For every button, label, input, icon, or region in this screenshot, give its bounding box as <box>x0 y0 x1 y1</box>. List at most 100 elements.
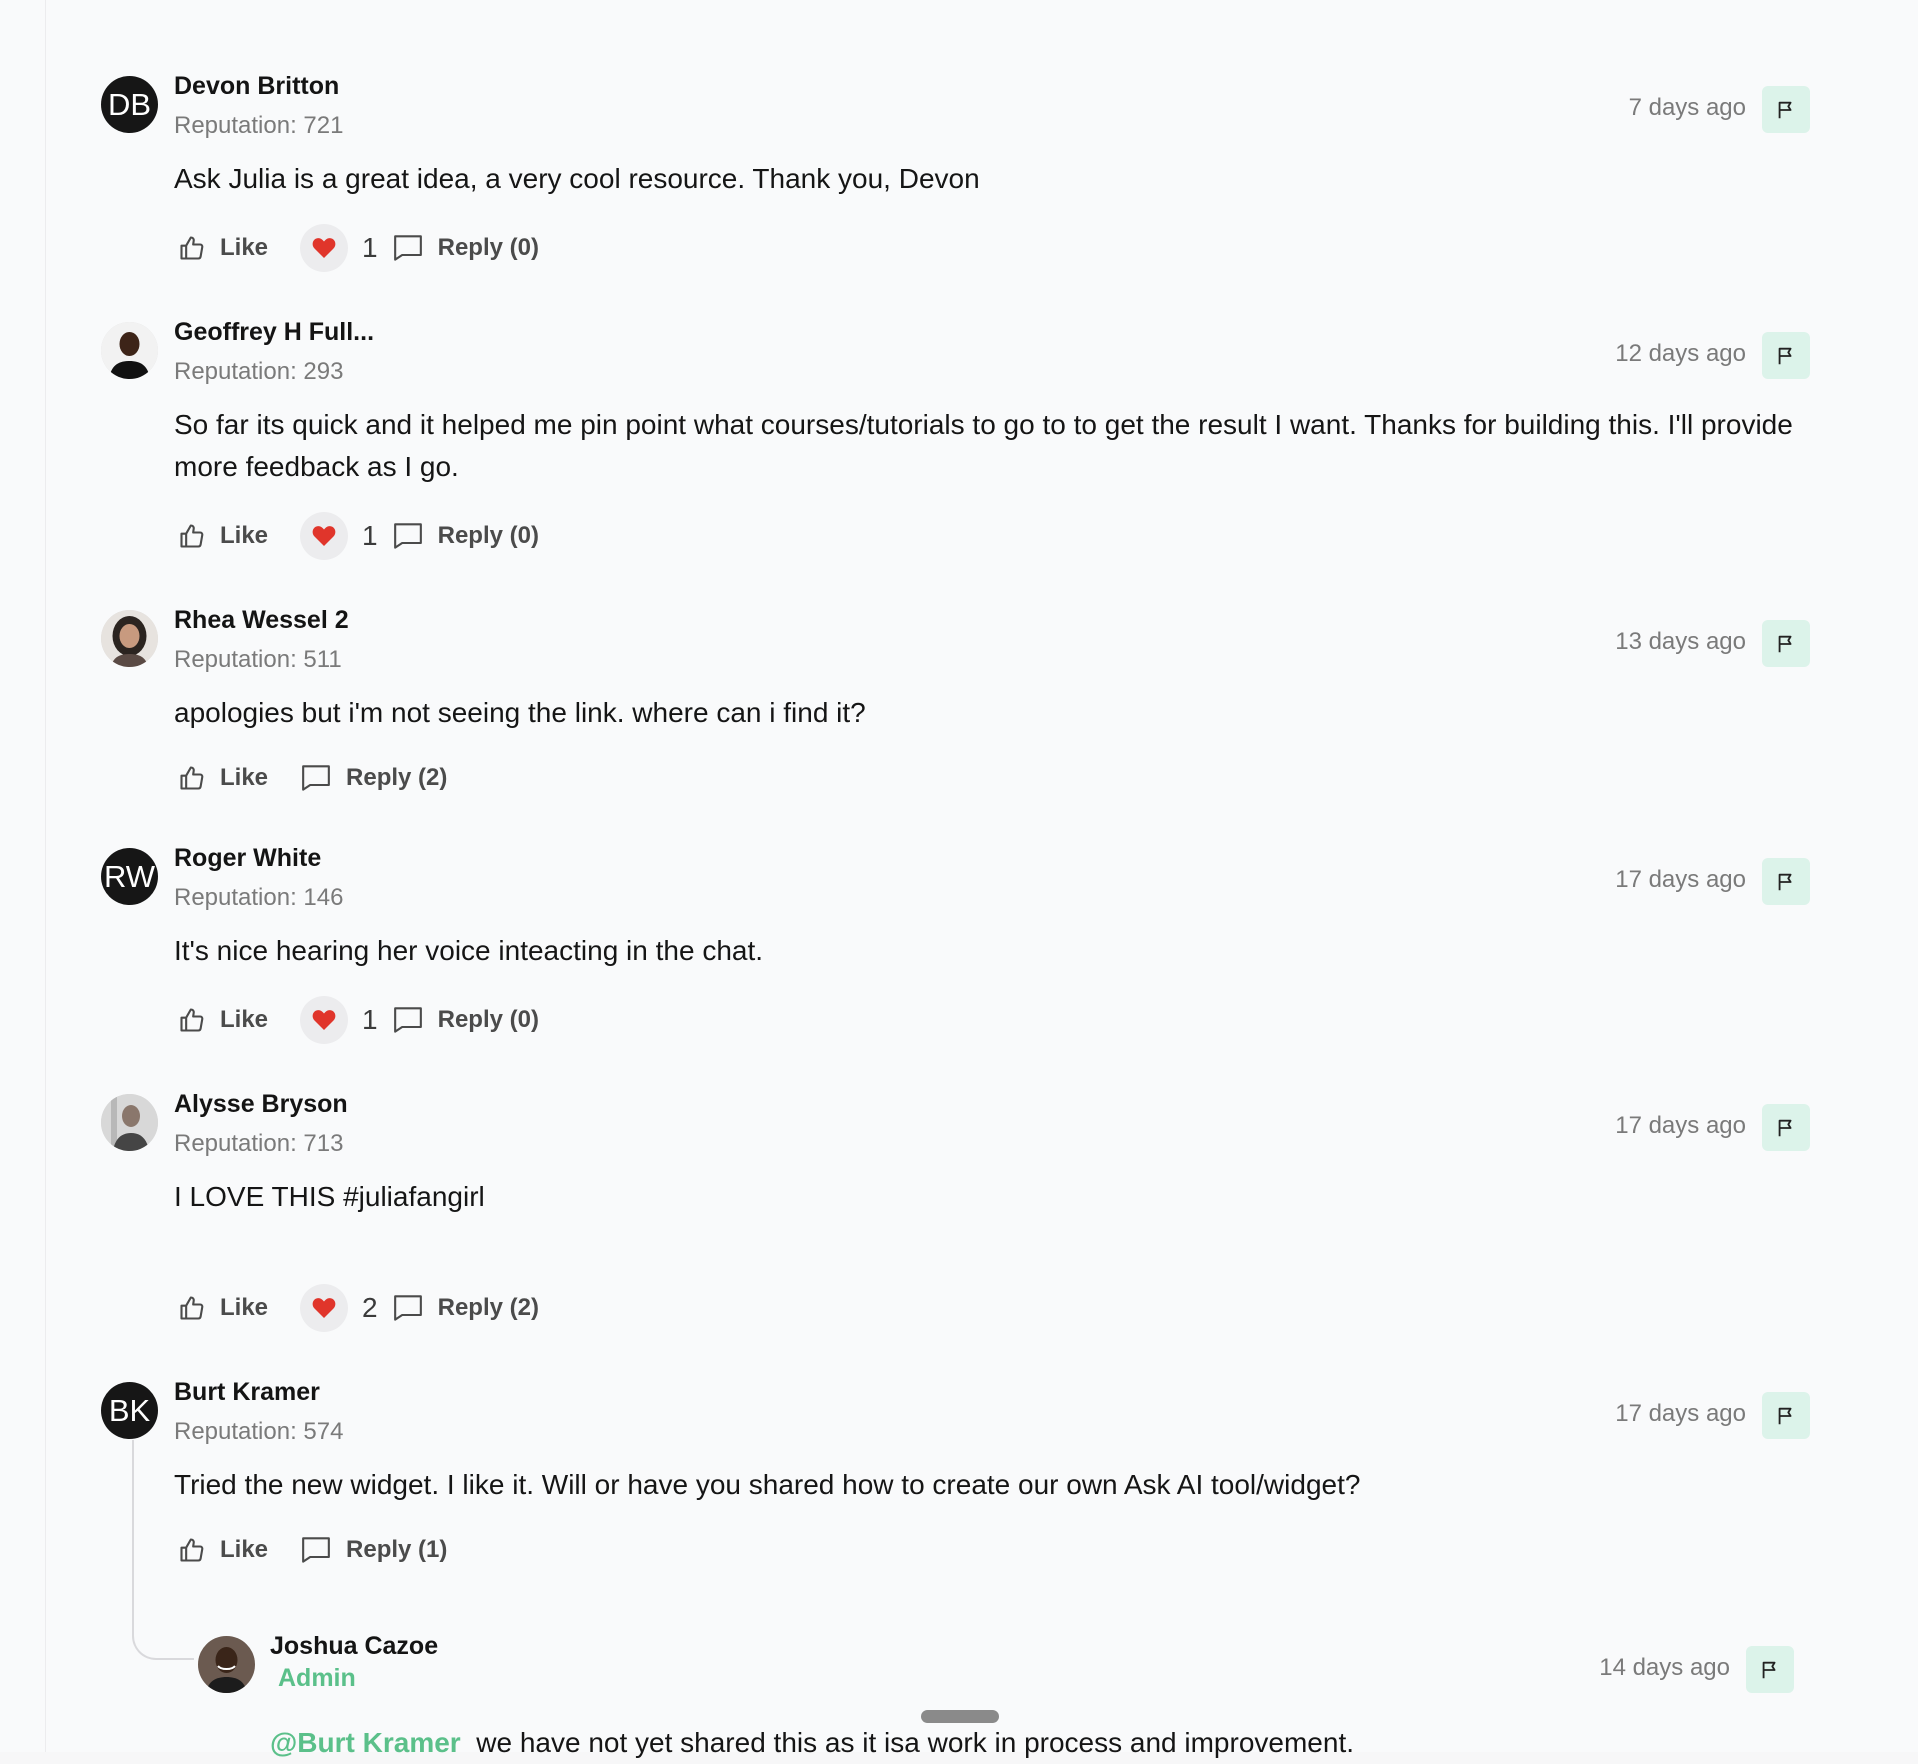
reaction-count: 1 <box>362 520 378 551</box>
report-button[interactable] <box>1762 620 1810 667</box>
thumbs-up-icon <box>180 766 204 790</box>
flag-icon <box>1778 347 1792 364</box>
report-button[interactable] <box>1762 332 1810 379</box>
reply-button[interactable]: Reply (2) <box>392 1294 539 1322</box>
avatar[interactable]: DB <box>101 76 158 133</box>
avatar[interactable]: RW <box>101 848 158 905</box>
comment-actions: Like Reply (2) <box>178 753 447 803</box>
author-name[interactable]: Alysse Bryson <box>174 1090 348 1119</box>
reaction-count: 1 <box>362 1004 378 1035</box>
comment-actions: Like 1 Reply (0) <box>178 995 539 1045</box>
reaction-count: 2 <box>362 1292 378 1323</box>
flag-icon <box>1778 101 1792 118</box>
comment-actions: Like Reply (1) <box>178 1525 447 1575</box>
thread-connector <box>132 1440 194 1660</box>
report-button[interactable] <box>1746 1646 1794 1693</box>
comment-actions: Like 2 Reply (2) <box>178 1283 539 1333</box>
comment-bubble-icon <box>302 765 330 791</box>
report-button[interactable] <box>1762 1392 1810 1439</box>
like-button[interactable]: Like <box>178 1294 268 1322</box>
comment-text: It's nice hearing her voice inteacting i… <box>174 935 764 966</box>
avatar[interactable] <box>101 1094 158 1151</box>
author-name[interactable]: Burt Kramer <box>174 1378 320 1407</box>
comment-text: apologies but i'm not seeing the link. w… <box>174 697 866 728</box>
user-photo-icon <box>198 1636 255 1693</box>
comment-bubble-icon <box>302 1537 330 1563</box>
reply-button[interactable]: Reply (2) <box>300 764 447 792</box>
like-label: Like <box>220 1536 269 1563</box>
timestamp: 14 days ago <box>1599 1654 1730 1681</box>
like-label: Like <box>220 522 269 549</box>
comment-text: Ask Julia is a great idea, a very cool r… <box>174 163 980 194</box>
reputation: Reputation: 574 <box>174 1418 344 1445</box>
reputation: Reputation: 511 <box>174 646 342 673</box>
flag-icon <box>1778 1119 1792 1136</box>
reply-button[interactable]: Reply (0) <box>392 522 539 550</box>
reply-button[interactable]: Reply (0) <box>392 234 539 262</box>
timestamp: 17 days ago <box>1615 1400 1746 1427</box>
avatar[interactable] <box>101 322 158 379</box>
thumbs-up-icon <box>180 1008 204 1032</box>
thumbs-up-icon <box>180 236 204 260</box>
author-name[interactable]: Geoffrey H Full... <box>174 318 374 347</box>
reply-label: Reply (1) <box>346 1536 448 1563</box>
heart-reaction[interactable] <box>300 512 349 560</box>
reply-body: we have not yet shared this as it isa wo… <box>476 1727 1354 1758</box>
flag-icon <box>1778 635 1792 652</box>
left-divider <box>45 0 46 1752</box>
report-button[interactable] <box>1762 858 1810 905</box>
comment-text: Tried the new widget. I like it. Will or… <box>174 1469 1361 1500</box>
heart-reaction[interactable] <box>300 1284 349 1332</box>
thumbs-up-icon <box>180 1296 204 1320</box>
avatar-initials: RW <box>103 858 156 894</box>
reply-button[interactable]: Reply (1) <box>300 1536 447 1564</box>
author-name[interactable]: Rhea Wessel 2 <box>174 606 349 635</box>
reply-text: @Burt Kramer we have not yet shared this… <box>270 1722 1790 1764</box>
reply-label: Reply (0) <box>437 522 539 549</box>
user-mention[interactable]: @Burt Kramer <box>270 1727 461 1758</box>
author-name[interactable]: Devon Britton <box>174 72 339 101</box>
heart-reaction[interactable] <box>300 996 349 1044</box>
report-button[interactable] <box>1762 1104 1810 1151</box>
like-button[interactable]: Like <box>178 764 268 792</box>
avatar[interactable]: BK <box>101 1382 158 1439</box>
flag-icon <box>1762 1661 1776 1678</box>
comment-bubble-icon <box>393 235 422 261</box>
reply-label: Reply (2) <box>346 764 448 791</box>
avatar[interactable] <box>198 1636 255 1693</box>
user-photo-icon <box>101 322 158 379</box>
flag-icon <box>1778 1407 1792 1424</box>
comment-bubble-icon <box>393 523 422 549</box>
reaction-count: 1 <box>362 232 378 263</box>
reputation: Reputation: 721 <box>174 112 344 139</box>
reply-label: Reply (2) <box>437 1294 539 1321</box>
like-button[interactable]: Like <box>178 522 268 550</box>
avatar-initials: BK <box>108 1392 151 1428</box>
heart-icon <box>312 238 336 258</box>
author-name[interactable]: Roger White <box>174 844 321 873</box>
heart-reaction[interactable] <box>300 224 349 272</box>
like-button[interactable]: Like <box>178 1006 268 1034</box>
author-name[interactable]: Joshua Cazoe <box>270 1632 438 1661</box>
scroll-handle[interactable] <box>921 1710 999 1723</box>
timestamp: 13 days ago <box>1615 628 1746 655</box>
report-button[interactable] <box>1762 86 1810 133</box>
reply-label: Reply (0) <box>437 234 539 261</box>
like-label: Like <box>220 1006 269 1033</box>
comment-text: So far its quick and it helped me pin po… <box>174 409 1793 482</box>
heart-icon <box>312 1298 336 1318</box>
timestamp: 7 days ago <box>1628 94 1746 121</box>
avatar[interactable] <box>101 610 158 667</box>
like-button[interactable]: Like <box>178 234 268 262</box>
reputation: Reputation: 293 <box>174 358 344 385</box>
like-label: Like <box>220 234 269 261</box>
timestamp: 17 days ago <box>1615 1112 1746 1139</box>
like-label: Like <box>220 1294 269 1321</box>
thumbs-up-icon <box>180 524 204 548</box>
reply-button[interactable]: Reply (0) <box>392 1006 539 1034</box>
timestamp: 17 days ago <box>1615 866 1746 893</box>
flag-icon <box>1778 873 1792 890</box>
admin-badge: Admin <box>278 1664 356 1692</box>
reputation: Reputation: 713 <box>174 1130 344 1157</box>
comment-actions: Like 1 Reply (0) <box>178 223 539 273</box>
